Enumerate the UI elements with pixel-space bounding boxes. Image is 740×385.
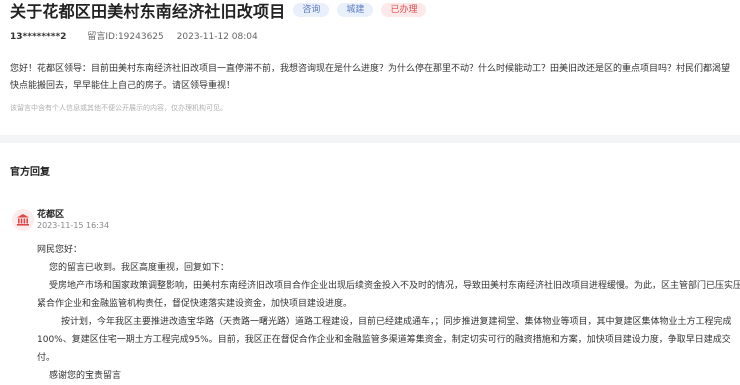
section-divider	[0, 135, 740, 143]
reply-paragraph: 按计划，今年我区主要推进改造宝华路（天贵路一曙光路）道路工程建设，目前已经建成通…	[37, 317, 732, 363]
status-badge: 已办理	[381, 3, 427, 17]
user-phone: 13********2	[10, 32, 67, 42]
reply-paragraph: 受房地产市场和国家政策调整影响，田美村东南经济旧改项目合作企业出现后续资金投入不…	[37, 281, 740, 309]
reply-datetime: 2023-11-15 16:34	[37, 221, 110, 230]
reply-department: 花都区	[37, 210, 65, 220]
question-header: 关于花都区田美村东南经济社旧改项目 咨询 城建 已办理	[10, 0, 427, 22]
reply-body: 网民您好： 您的留言已收到。我区高度重视，回复如下： 受房地产市场和国家政策调整…	[37, 241, 740, 385]
question-title: 关于花都区田美村东南经济社旧改项目	[10, 2, 286, 21]
reply-greeting: 网民您好：	[37, 245, 83, 255]
government-building-icon	[12, 209, 34, 231]
reply-paragraph: 您的留言已收到。我区高度重视，回复如下：	[49, 263, 230, 273]
privacy-note: 该留言中含有个人信息或其他不便公开展示的内容，仅办理机构可见。	[10, 104, 227, 112]
question-meta: 13********2 留言ID:19243625 2023-11-12 08:…	[10, 29, 258, 42]
reply-closing: 感谢您的宝贵留言	[49, 371, 122, 381]
message-id: 留言ID:19243625	[87, 32, 164, 42]
tag-consult[interactable]: 咨询	[293, 3, 330, 17]
question-content: 您好！花都区领导：目前田美村东南经济社旧改项目一直停滞不前，我想咨询现在是什么进…	[10, 64, 731, 91]
tag-urban-construction[interactable]: 城建	[337, 3, 374, 17]
official-reply-heading: 官方回复	[10, 167, 50, 178]
question-datetime: 2023-11-12 08:04	[176, 32, 258, 42]
